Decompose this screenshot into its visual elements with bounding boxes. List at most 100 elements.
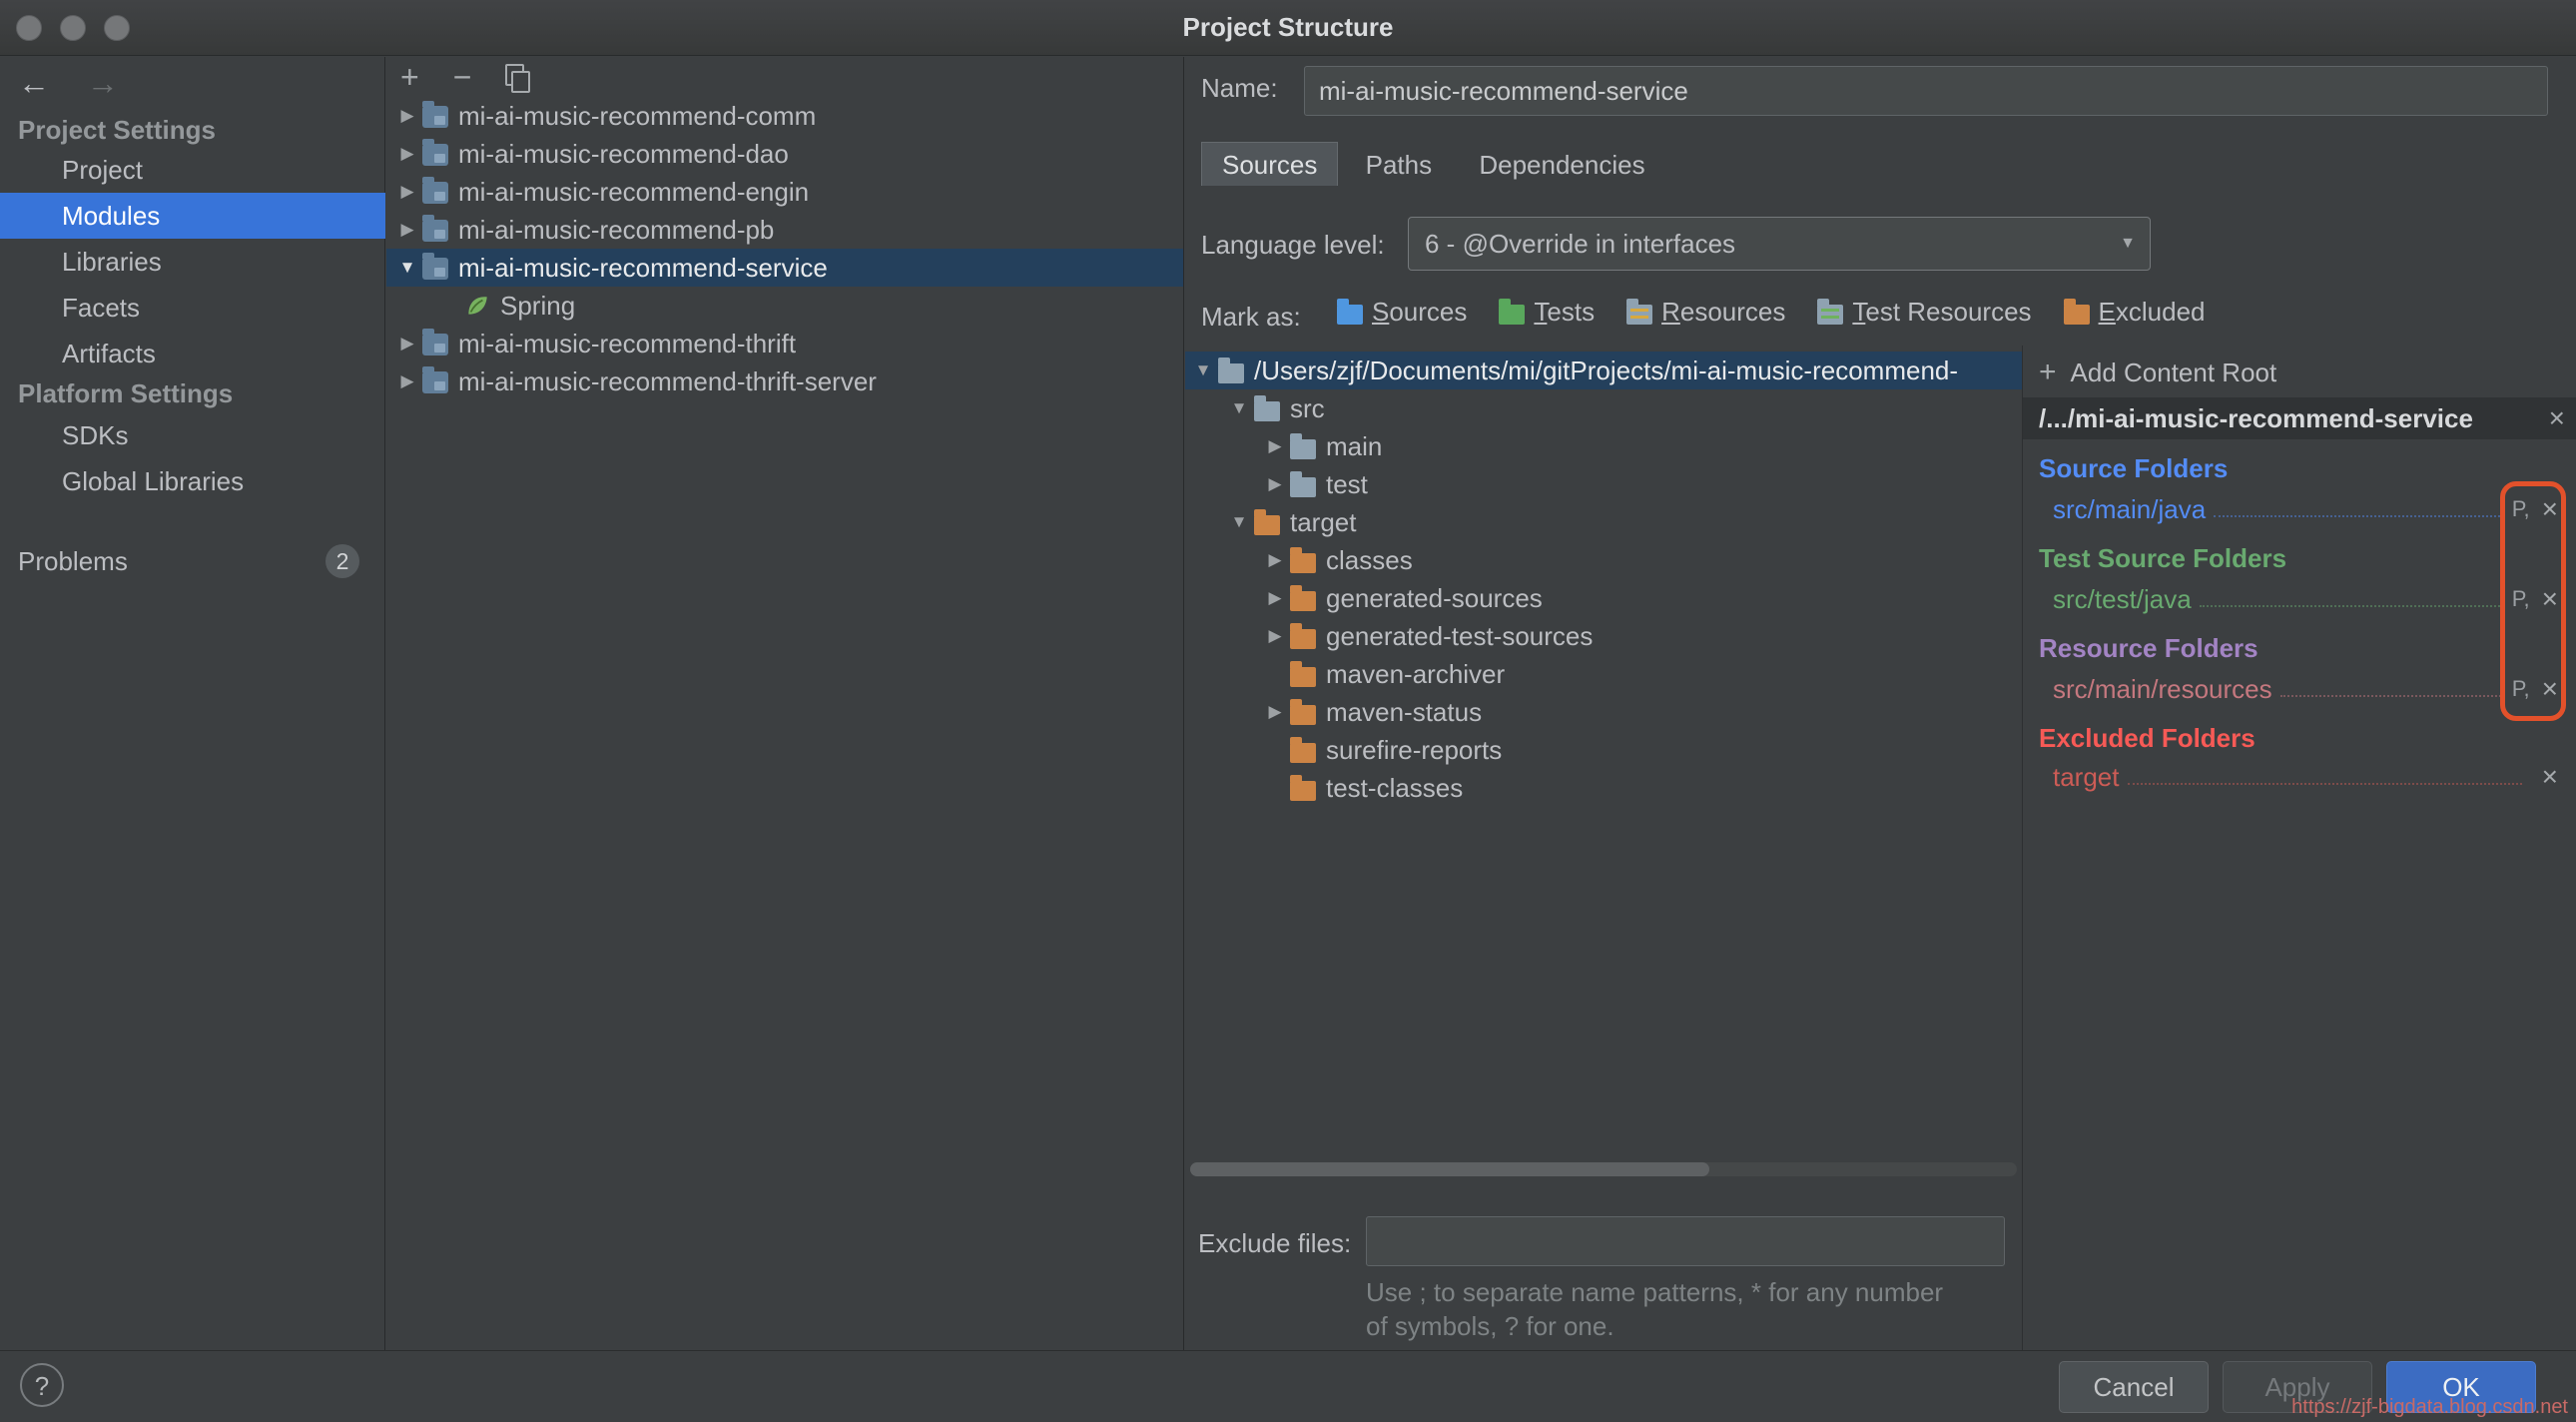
annotation-highlight: [2500, 481, 2566, 721]
file-tree-row-surefire-reports[interactable]: surefire-reports: [1185, 731, 2022, 769]
module-tree-row-selected[interactable]: ▼ mi-ai-music-recommend-service: [386, 249, 1183, 287]
folder-name: classes: [1326, 545, 1413, 576]
sidebar-item-project[interactable]: Project: [0, 147, 385, 193]
file-tree-row-test[interactable]: ▶ test: [1185, 465, 2022, 503]
excluded-folder-icon: [1290, 629, 1316, 649]
file-tree-row-src[interactable]: ▼ src: [1185, 389, 2022, 427]
mark-as-tests[interactable]: Tests: [1499, 297, 1595, 328]
module-tree-row[interactable]: ▶ mi-ai-music-recommend-thrift-server: [386, 362, 1183, 400]
module-tree-row[interactable]: ▶ mi-ai-music-recommend-pb: [386, 211, 1183, 249]
language-level-value: 6 - @Override in interfaces: [1425, 229, 1735, 260]
mark-as-resources[interactable]: Resources: [1626, 297, 1785, 328]
chevron-right-icon[interactable]: ▶: [1260, 588, 1290, 608]
name-label: Name:: [1201, 73, 1278, 104]
file-tree-row-classes[interactable]: ▶ classes: [1185, 541, 2022, 579]
language-level-select[interactable]: 6 - @Override in interfaces ▼: [1408, 217, 2151, 271]
chevron-down-icon[interactable]: ▼: [1224, 398, 1254, 418]
chevron-down-icon[interactable]: ▼: [1188, 360, 1218, 380]
file-tree-row-main[interactable]: ▶ main: [1185, 427, 2022, 465]
folder-icon: [1254, 401, 1280, 421]
chevron-right-icon[interactable]: ▶: [1260, 626, 1290, 646]
resource-folder-row[interactable]: src/main/resources P, ×: [2053, 671, 2570, 707]
tab-sources[interactable]: Sources: [1201, 142, 1338, 186]
sidebar-item-modules[interactable]: Modules: [0, 193, 385, 239]
remove-module-icon[interactable]: −: [453, 59, 472, 96]
exclude-files-label: Exclude files:: [1198, 1228, 1351, 1259]
dotted-leader: [2280, 695, 2504, 697]
mark-as-excluded[interactable]: Excluded: [2064, 297, 2206, 328]
file-tree-row-generated-test-sources[interactable]: ▶ generated-test-sources: [1185, 617, 2022, 655]
excluded-folder-icon: [1290, 591, 1316, 611]
sidebar-item-libraries[interactable]: Libraries: [0, 239, 385, 285]
file-tree-row-maven-status[interactable]: ▶ maven-status: [1185, 693, 2022, 731]
remove-content-root-icon[interactable]: ×: [2537, 402, 2576, 434]
module-tree-row[interactable]: ▶ mi-ai-music-recommend-thrift: [386, 325, 1183, 362]
settings-sidebar: ← → Project Settings Project Modules Lib…: [0, 57, 385, 1350]
chevron-right-icon[interactable]: ▶: [392, 334, 422, 354]
module-tree-row[interactable]: ▶ mi-ai-music-recommend-engin: [386, 173, 1183, 211]
chevron-right-icon[interactable]: ▶: [1260, 436, 1290, 456]
scrollbar-thumb[interactable]: [1190, 1162, 1709, 1176]
excluded-folder-row[interactable]: target ×: [2053, 759, 2570, 795]
folder-name: maven-status: [1326, 697, 1482, 728]
sidebar-item-facets[interactable]: Facets: [0, 285, 385, 331]
source-folder-row[interactable]: src/main/java P, ×: [2053, 491, 2570, 527]
help-button[interactable]: ?: [20, 1363, 64, 1407]
module-icon: [422, 220, 448, 242]
horizontal-scrollbar[interactable]: [1190, 1162, 2017, 1176]
back-icon[interactable]: ←: [18, 65, 50, 101]
module-name-input[interactable]: [1304, 66, 2548, 116]
chevron-right-icon[interactable]: ▶: [392, 144, 422, 164]
module-name: mi-ai-music-recommend-engin: [458, 177, 809, 208]
mark-as-sources[interactable]: Sources: [1337, 297, 1467, 328]
sidebar-item-sdks[interactable]: SDKs: [0, 412, 385, 458]
add-content-root-button[interactable]: + Add Content Root: [2039, 356, 2276, 389]
file-tree-row-target[interactable]: ▼ target: [1185, 503, 2022, 541]
chevron-right-icon[interactable]: ▶: [392, 182, 422, 202]
excluded-folder-icon: [1290, 553, 1316, 573]
sidebar-item-problems[interactable]: Problems 2: [0, 538, 385, 584]
dialog-footer: ? Cancel Apply OK: [0, 1350, 2576, 1422]
file-tree-row-generated-sources[interactable]: ▶ generated-sources: [1185, 579, 2022, 617]
folder-name: target: [1290, 507, 1357, 538]
folder-name: generated-test-sources: [1326, 621, 1593, 652]
module-tree-row[interactable]: ▶ mi-ai-music-recommend-comm: [386, 97, 1183, 135]
chevron-down-icon[interactable]: ▼: [1224, 512, 1254, 532]
chevron-right-icon[interactable]: ▶: [392, 106, 422, 126]
resource-folder-icon: [1626, 305, 1652, 325]
sidebar-item-label: Global Libraries: [62, 466, 244, 496]
chevron-right-icon[interactable]: ▶: [392, 371, 422, 391]
mark-as-test-resources[interactable]: Test Resources: [1817, 297, 2031, 328]
module-icon: [422, 258, 448, 280]
section-project-settings: Project Settings: [18, 115, 216, 146]
tab-paths[interactable]: Paths: [1346, 143, 1453, 187]
mark-as-label-text: Test Resources: [1852, 297, 2031, 328]
chevron-right-icon[interactable]: ▶: [392, 220, 422, 240]
folder-name: /Users/zjf/Documents/mi/gitProjects/mi-a…: [1254, 356, 1958, 386]
module-tree-row-spring[interactable]: Spring: [386, 287, 1183, 325]
module-tree-row[interactable]: ▶ mi-ai-music-recommend-dao: [386, 135, 1183, 173]
sidebar-item-global-libraries[interactable]: Global Libraries: [0, 458, 385, 504]
chevron-right-icon[interactable]: ▶: [1260, 550, 1290, 570]
chevron-right-icon[interactable]: ▶: [1260, 702, 1290, 722]
chevron-right-icon[interactable]: ▶: [1260, 474, 1290, 494]
cancel-button[interactable]: Cancel: [2059, 1361, 2209, 1413]
exclude-hint-line2: of symbols, ? for one.: [1366, 1311, 1614, 1342]
facet-name: Spring: [500, 291, 575, 322]
test-source-folder-row[interactable]: src/test/java P, ×: [2053, 581, 2570, 617]
dotted-leader: [2128, 783, 2522, 785]
file-tree-row-maven-archiver[interactable]: maven-archiver: [1185, 655, 2022, 693]
remove-folder-icon[interactable]: ×: [2530, 761, 2570, 793]
add-module-icon[interactable]: +: [400, 59, 419, 96]
excluded-folder-icon: [1290, 743, 1316, 763]
editor-tabs: Sources Paths Dependencies: [1201, 142, 1665, 187]
file-tree-row-content-root[interactable]: ▼ /Users/zjf/Documents/mi/gitProjects/mi…: [1185, 352, 2022, 389]
exclude-files-input[interactable]: [1366, 1216, 2005, 1266]
content-root-header: /.../mi-ai-music-recommend-service ×: [2023, 397, 2576, 439]
chevron-down-icon[interactable]: ▼: [392, 258, 422, 278]
copy-module-icon[interactable]: [505, 64, 527, 90]
forward-icon[interactable]: →: [87, 65, 119, 101]
file-tree-row-test-classes[interactable]: test-classes: [1185, 769, 2022, 807]
tab-dependencies[interactable]: Dependencies: [1459, 143, 1664, 187]
sidebar-item-artifacts[interactable]: Artifacts: [0, 331, 385, 376]
